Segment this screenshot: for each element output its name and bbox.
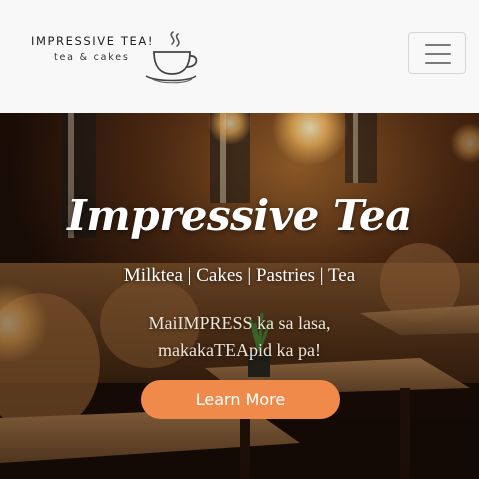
brand-tagline: tea & cakes [54, 52, 130, 63]
hamburger-menu-icon [425, 53, 451, 55]
hamburger-menu-icon [425, 62, 451, 64]
hero-slogan-line-2: makakaTEApid ka pa! [158, 340, 321, 360]
navbar: IMPRESSIVE TEA! tea & cakes [0, 0, 479, 113]
teacup-icon [145, 31, 198, 84]
hero-slogan-line-1: MaiIMPRESS ka sa lasa, [148, 313, 331, 333]
brand-name: IMPRESSIVE TEA! [31, 34, 155, 48]
hero-tagline: Milktea | Cakes | Pastries | Tea [123, 265, 356, 286]
hero-title: Impressive Tea [67, 191, 412, 240]
learn-more-button[interactable]: Learn More [141, 380, 340, 419]
brand-logo-link[interactable]: IMPRESSIVE TEA! tea & cakes [30, 28, 202, 86]
hero-background-image [0, 113, 479, 479]
hero-section: Impressive Tea Milktea | Cakes | Pastrie… [0, 113, 479, 479]
navbar-toggle-button[interactable] [408, 32, 466, 74]
hamburger-menu-icon [425, 44, 451, 46]
hero-slogan: MaiIMPRESS ka sa lasa, makakaTEApid ka p… [0, 310, 479, 364]
